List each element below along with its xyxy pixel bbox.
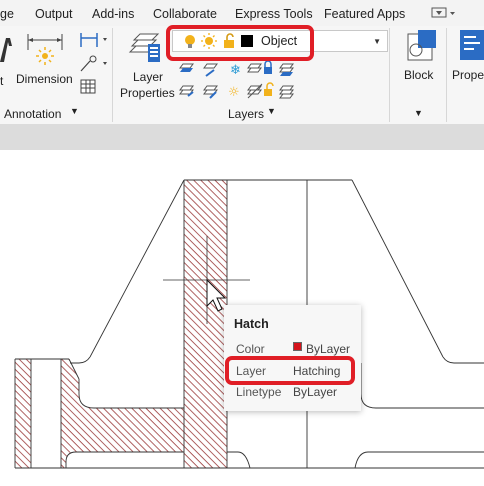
text-icon bbox=[0, 38, 12, 62]
leader-tool[interactable] bbox=[78, 54, 108, 76]
layers-panel-label[interactable]: Layers bbox=[228, 107, 264, 121]
ribbon-tab-bar: ge Output Add-ins Collaborate Express To… bbox=[0, 0, 484, 26]
hatch-region-center[interactable] bbox=[184, 180, 227, 468]
svg-text:❄: ❄ bbox=[230, 63, 241, 78]
panel-divider bbox=[446, 28, 447, 122]
chevron-down-icon[interactable]: ▼ bbox=[373, 37, 381, 46]
tab-express-tools[interactable]: Express Tools bbox=[235, 7, 313, 21]
properties-icon bbox=[460, 30, 484, 60]
block-icon bbox=[407, 30, 436, 61]
block-button[interactable]: Block ▼ bbox=[394, 28, 444, 118]
panel-divider bbox=[112, 28, 113, 122]
dimension-icon bbox=[27, 34, 63, 65]
layer-copy-icon[interactable] bbox=[279, 85, 294, 99]
table-icon bbox=[80, 79, 96, 94]
layer-thaw-icon[interactable]: ☼ bbox=[228, 85, 240, 100]
layer-freeze-icon[interactable]: ❄ bbox=[230, 63, 241, 78]
layer-make-current-icon[interactable] bbox=[279, 63, 294, 76]
leader-icon bbox=[80, 55, 107, 72]
annotation-expand-icon[interactable]: ▼ bbox=[70, 106, 79, 116]
color-swatch-icon bbox=[293, 342, 302, 351]
block-label: Block bbox=[404, 68, 434, 82]
text-label: t bbox=[0, 74, 4, 88]
ribbon-options-icon[interactable] bbox=[431, 6, 457, 23]
text-tool[interactable]: t bbox=[0, 32, 16, 92]
dimension-button[interactable]: Dimension bbox=[16, 30, 74, 90]
hatch-region-left[interactable] bbox=[15, 359, 31, 468]
layer-merge-icon[interactable] bbox=[203, 85, 218, 99]
annotation-panel-label[interactable]: Annotation bbox=[4, 107, 61, 121]
dimension-label: Dimension bbox=[16, 72, 73, 86]
table-tool[interactable] bbox=[78, 78, 100, 98]
layer-unisolate-icon[interactable] bbox=[247, 83, 263, 99]
tooltip-layer-highlight-callout bbox=[225, 356, 355, 385]
layer-walk-icon[interactable] bbox=[179, 85, 194, 97]
tooltip-linetype-key: Linetype bbox=[236, 385, 282, 399]
tooltip-title: Hatch bbox=[234, 317, 269, 331]
tooltip-color-key: Color bbox=[236, 342, 265, 356]
layer-isolate-icon[interactable] bbox=[247, 63, 262, 73]
tab-manage[interactable]: ge bbox=[0, 7, 14, 21]
svg-text:☼: ☼ bbox=[228, 85, 240, 100]
properties-button[interactable]: Prope ▼ bbox=[450, 28, 484, 108]
layers-expand-icon[interactable]: ▼ bbox=[267, 106, 276, 116]
layer-unlock-icon[interactable] bbox=[264, 82, 274, 96]
linear-dim-tool[interactable] bbox=[78, 30, 108, 52]
linear-dimension-icon bbox=[80, 33, 107, 47]
layer-previous-icon[interactable] bbox=[179, 63, 194, 72]
tooltip-linetype-value: ByLayer bbox=[293, 385, 338, 399]
layer-highlight-callout bbox=[166, 25, 314, 61]
panel-divider bbox=[389, 28, 390, 122]
layer-lock-icon[interactable] bbox=[264, 60, 272, 74]
ribbon-bottom-band bbox=[0, 124, 484, 150]
layer-properties-icon bbox=[128, 33, 160, 62]
tab-add-ins[interactable]: Add-ins bbox=[92, 7, 134, 21]
tab-output[interactable]: Output bbox=[35, 7, 73, 21]
layer-properties-label-2: Properties bbox=[120, 86, 175, 100]
tab-collaborate[interactable]: Collaborate bbox=[153, 7, 217, 21]
block-expand-icon[interactable]: ▼ bbox=[414, 108, 423, 118]
layer-tools-row-2: ☼ bbox=[178, 80, 298, 100]
tab-featured-apps[interactable]: Featured Apps bbox=[324, 7, 405, 21]
layer-tools-row-1: ❄ bbox=[178, 58, 298, 78]
tooltip-color-value: ByLayer bbox=[306, 342, 351, 356]
layer-properties-label-1: Layer bbox=[133, 70, 164, 84]
layer-match-icon[interactable] bbox=[203, 63, 218, 77]
properties-label: Prope bbox=[452, 68, 484, 82]
